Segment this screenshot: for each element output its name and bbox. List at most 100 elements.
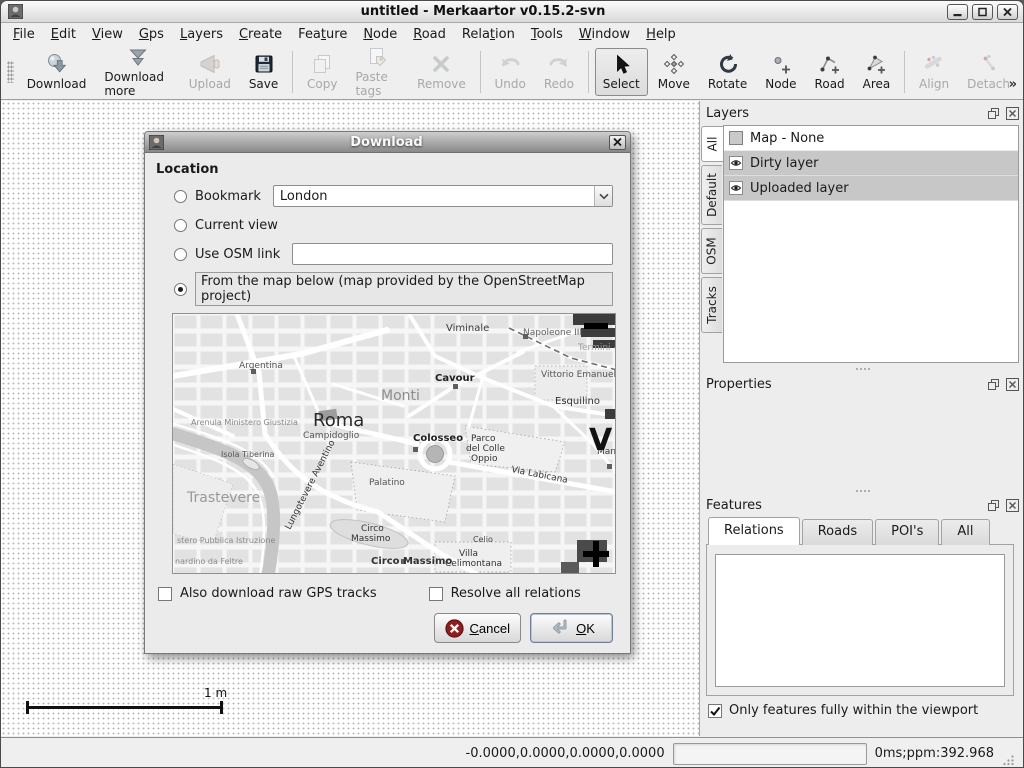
features-tab-all[interactable]: All <box>941 519 989 545</box>
map-label: Isola Tiberina <box>221 450 275 459</box>
features-tab-relations[interactable]: Relations <box>708 517 800 545</box>
layer-row-dirty-layer[interactable]: Dirty layer <box>724 151 1018 176</box>
viewport-only-checkbox[interactable] <box>708 704 722 718</box>
dialog-title-bar[interactable]: Download <box>145 132 630 153</box>
toolbar-separator <box>480 51 481 93</box>
menu-window[interactable]: Window <box>571 25 638 44</box>
title-bar[interactable]: untitled - Merkaartor v0.15.2-svn <box>1 1 1023 23</box>
features-close-icon[interactable] <box>1005 499 1019 512</box>
save-icon <box>252 52 276 76</box>
layers-tab-osm[interactable]: OSM <box>701 228 722 274</box>
toolbar-move-button[interactable]: Move <box>650 48 698 96</box>
close-button[interactable] <box>997 4 1018 20</box>
detach-icon <box>977 52 1001 76</box>
node-icon <box>769 52 793 76</box>
dialog-close-icon[interactable] <box>609 135 626 150</box>
toolbar-save-button[interactable]: Save <box>241 48 286 96</box>
toolbar-button-label: Area <box>863 77 891 91</box>
toolbar-road-button[interactable]: Road <box>807 48 853 96</box>
cancel-button[interactable]: Cancel <box>434 613 521 643</box>
layers-tab-default[interactable]: Default <box>701 165 722 225</box>
resize-grip[interactable] <box>1002 753 1015 766</box>
ok-button[interactable]: OK <box>530 613 613 643</box>
toolbar-copy-button: Copy <box>299 48 345 96</box>
toolbar-upload-button: Upload <box>181 48 239 96</box>
merkaartor-window: untitled - Merkaartor v0.15.2-svn FileEd… <box>0 0 1024 768</box>
from-map-radio[interactable] <box>174 283 187 296</box>
toolbar-drag-handle[interactable] <box>7 61 14 83</box>
toolbar-area-button[interactable]: Area <box>855 48 899 96</box>
osm-map-preview[interactable]: ViminaleNapoleone IIITermini - LaArgenti… <box>172 313 616 574</box>
toolbar-paste-tags-button: Paste tags <box>347 48 407 96</box>
osm-link-radio[interactable] <box>174 248 187 261</box>
features-tab-roads[interactable]: Roads <box>802 519 873 545</box>
layer-label: Dirty layer <box>750 156 819 171</box>
toolbar-button-label: Remove <box>417 77 466 91</box>
menu-relation[interactable]: Relation <box>454 25 523 44</box>
dock-splitter[interactable] <box>700 487 1024 494</box>
maximize-button[interactable] <box>972 4 993 20</box>
select-icon <box>609 52 633 76</box>
toolbar-rotate-button[interactable]: Rotate <box>700 48 755 96</box>
render-metrics: 0ms;ppm:392.968 <box>875 746 994 761</box>
current-view-radio[interactable] <box>174 219 187 232</box>
paste-tags-icon <box>365 45 389 69</box>
toolbar-select-button[interactable]: Select <box>595 48 648 96</box>
window-title: untitled - Merkaartor v0.15.2-svn <box>23 4 943 19</box>
features-list[interactable] <box>715 554 1005 687</box>
menu-help[interactable]: Help <box>638 25 684 44</box>
menu-layers[interactable]: Layers <box>172 25 231 44</box>
menu-node[interactable]: Node <box>355 25 405 44</box>
toolbar-button-label: Upload <box>189 77 231 91</box>
properties-float-icon[interactable] <box>986 378 1000 391</box>
layers-close-icon[interactable] <box>1005 107 1019 120</box>
dock-splitter[interactable] <box>700 365 1024 372</box>
toolbar-node-button[interactable]: Node <box>757 48 804 96</box>
map-label: Palatino <box>369 478 405 488</box>
menu-view[interactable]: View <box>84 25 131 44</box>
bookmark-radio[interactable] <box>174 190 187 203</box>
gps-tracks-checkbox[interactable] <box>158 587 172 601</box>
map-zoom-out-button[interactable] <box>584 323 608 329</box>
map-layer-swatch[interactable] <box>729 131 743 145</box>
map-zoom-in-button[interactable] <box>583 541 609 567</box>
toolbar-separator <box>292 51 293 93</box>
layer-row-map-none[interactable]: Map - None <box>724 126 1018 151</box>
menu-road[interactable]: Road <box>405 25 454 44</box>
bookmark-combobox[interactable]: London <box>273 185 613 207</box>
features-tab-poi-s[interactable]: POI's <box>875 519 939 545</box>
osm-link-input[interactable] <box>292 243 613 265</box>
status-bar: -0.0000,0.0000,0.0000,0.0000 0ms;ppm:392… <box>1 737 1023 768</box>
viewport-only-label: Only features fully within the viewport <box>729 703 978 718</box>
menu-feature[interactable]: Feature <box>290 25 355 44</box>
layers-float-icon[interactable] <box>986 107 1000 120</box>
eye-icon[interactable] <box>729 181 743 195</box>
map-label: Villa <box>459 549 478 559</box>
layers-tab-tracks[interactable]: Tracks <box>701 277 722 333</box>
properties-close-icon[interactable] <box>1005 378 1019 391</box>
toolbar-download-more-button[interactable]: Download more <box>96 48 178 96</box>
toolbar-download-button[interactable]: Download <box>19 48 95 96</box>
chevron-down-icon[interactable] <box>594 186 612 206</box>
features-float-icon[interactable] <box>986 499 1000 512</box>
current-view-radio-label: Current view <box>195 218 278 233</box>
layer-row-uploaded-layer[interactable]: Uploaded layer <box>724 176 1018 201</box>
map-label: nardino da Feltre <box>175 557 243 566</box>
resolve-relations-checkbox[interactable] <box>429 587 443 601</box>
map-label: Argentina <box>239 361 283 371</box>
upload-icon <box>198 52 222 76</box>
menu-create[interactable]: Create <box>231 25 290 44</box>
eye-icon[interactable] <box>729 156 743 170</box>
toolbar-overflow-chevron[interactable]: » <box>1009 77 1017 92</box>
menu-edit[interactable]: Edit <box>43 25 84 44</box>
minimize-button[interactable] <box>947 4 968 20</box>
menu-tools[interactable]: Tools <box>523 25 571 44</box>
toolbar-button-label: Node <box>765 77 796 91</box>
dialog-icon <box>149 135 164 150</box>
menu-gps[interactable]: Gps <box>131 25 172 44</box>
layers-tab-label: Default <box>705 173 719 217</box>
toolbar-button-label: Paste tags <box>355 70 399 98</box>
layers-tab-all[interactable]: All <box>701 126 723 162</box>
map-label: Roma <box>313 410 364 431</box>
menu-file[interactable]: File <box>5 25 43 44</box>
